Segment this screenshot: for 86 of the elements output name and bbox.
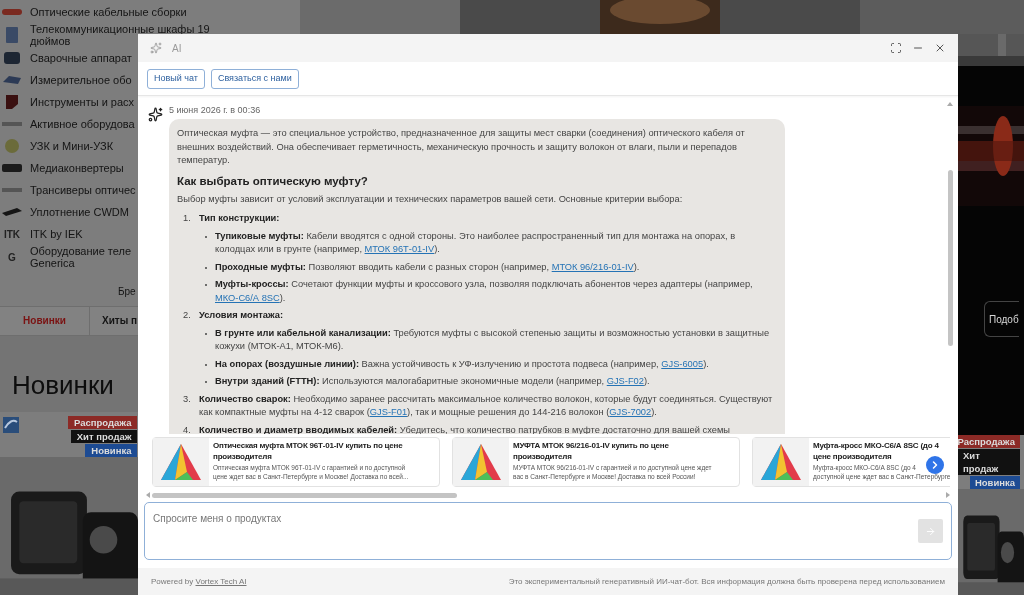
scroll-up-icon[interactable] (947, 102, 953, 106)
message-paragraph: Оптическая муфта — это специальное устройство, предназначенное для защиты мест сварки (соединения) оптического кабеля от внешних воздействий. Она обеспечивает герметичность, механическую прочность и защиту волокон от влаги, пыли и перепадов температур. (177, 127, 746, 167)
list-item-text: Условия монтажа: (199, 309, 283, 322)
category-thumbnail-icon (6, 27, 18, 43)
inline-link[interactable]: МТОК 96Т-01-IV (364, 244, 435, 254)
list-number: 3. (183, 392, 192, 406)
category-link[interactable]: ITK by IEK (30, 228, 83, 240)
list-number: 4. (183, 423, 192, 434)
pyramid-logo-icon (459, 442, 503, 482)
message-input-field[interactable]: Спросите меня о продуктах (153, 511, 918, 526)
category-link[interactable]: Сварочные аппарат (30, 52, 132, 64)
powered-by-text: Powered by Vortex Tech AI (151, 575, 247, 588)
category-thumbnail-icon (5, 139, 19, 153)
category-link[interactable]: Инструменты и расх (30, 96, 135, 108)
category-link[interactable]: Трансиверы оптичес (30, 184, 136, 196)
brands-link[interactable]: Бре (118, 284, 136, 300)
message-heading: Как выбрать оптическую муфту? (177, 173, 369, 189)
category-thumbnail-icon (3, 76, 21, 84)
category-thumbnail-icon (6, 95, 18, 109)
message-input[interactable]: Спросите меня о продуктах (144, 502, 952, 560)
inline-link[interactable]: МТОК 96/216-01-IV (551, 261, 634, 272)
category-link[interactable]: Медиаконвертеры (30, 162, 124, 174)
list-number: 1. (183, 212, 192, 225)
brand-logo: G (7, 250, 17, 265)
category-link[interactable]: Оборудование теле (30, 245, 132, 257)
category-link[interactable]: Активное оборудова (30, 118, 135, 130)
category-link[interactable]: Generica (30, 257, 75, 269)
list-item-text: Тупиковые муфты: Кабели вводятся с одной стороны. Это наиболее распространенный тип для монтажа на опорах, в колодцах или в грунте (например, МТОК 96Т-01-IV). (215, 229, 737, 256)
side-button[interactable]: Подоб (984, 301, 1019, 337)
scroll-right-icon[interactable] (946, 492, 950, 498)
list-item-text: Внутри зданий (FTTH): Используются малогабаритные экономичные модели (например, GJS-F02). (215, 375, 650, 388)
scroll-left-icon[interactable] (146, 492, 150, 498)
product-badge: Новинка (969, 476, 1020, 489)
list-item-text: Проходные муфты: Позволяют вводить кабели с разных сторон (например, МТОК 96/216-01-IV). (215, 260, 640, 274)
category-thumbnail-icon (2, 164, 22, 172)
section-tab[interactable]: Хиты п (90, 306, 138, 335)
list-item-text: На опорах (воздушные линии): Важна устойчивость к УФ-излучению и простота подвеса (например, GJS-6005). (215, 357, 709, 371)
chat-action-button[interactable]: Новый чат (147, 68, 205, 89)
pyramid-logo-icon (159, 442, 203, 482)
product-title[interactable]: Муфта-кросс МКО-С6/А 8SC (до 4 цене производителя (813, 441, 950, 462)
category-link[interactable]: Измерительное обо (30, 74, 132, 86)
list-number: 2. (183, 309, 192, 322)
category-thumbnail-icon (2, 122, 22, 126)
product-badge: Распродажа (68, 416, 138, 429)
scrollbar-thumb[interactable] (947, 170, 953, 346)
category-link[interactable]: Оптические кабельные сборки (30, 6, 187, 18)
brand-logo-icon (2, 416, 20, 434)
product-badge: Хит продаж (958, 449, 1020, 475)
message-paragraph: Выбор муфты зависит от условий эксплуатации и технических параметров вашей сети. Основные критерии выбора: (177, 192, 684, 206)
inline-link[interactable]: GJS-F02 (606, 376, 644, 386)
category-thumbnail-icon (2, 9, 22, 15)
sparkles-icon (148, 107, 163, 122)
arrow-right-icon (925, 525, 936, 537)
section-heading: Новинки (12, 370, 114, 400)
category-thumbnail-icon (4, 52, 20, 64)
pyramid-logo-icon (759, 442, 803, 482)
section-tab[interactable]: Новинки (0, 306, 90, 335)
vendor-link[interactable]: Vortex Tech AI (195, 576, 247, 586)
sparkles-icon (150, 42, 162, 54)
inline-link[interactable]: GJS-6005 (661, 358, 704, 369)
list-item-text: Количество и диаметр вводимых кабелей: Убедитесь, что количество патрубков в муфте достаточно для вашей схемы (199, 423, 730, 434)
category-link[interactable]: Уплотнение CWDM (30, 206, 129, 218)
list-item-text: Количество сварок: Необходимо заранее рассчитать максимальное количество волокон, которые будут соединяться. Существуют как компактные муфты на 4-12 сварок (GJS-F01), так и мощные решения до 144-216 волокон (GJS-7002). (199, 392, 774, 419)
scrollbar-thumb[interactable] (152, 492, 457, 498)
product-title[interactable]: Оптическая муфта МТОК 96Т-01-IV купить по цене производителя (213, 441, 409, 462)
product-badge: Новинка (85, 444, 138, 457)
list-item-text: Тип конструкции: (199, 212, 280, 225)
brand-logo: ITK (2, 227, 22, 242)
expand-icon[interactable] (890, 42, 902, 54)
send-button[interactable] (918, 519, 943, 543)
message-date: 5 июня 2026 г. в 00:36 (169, 104, 262, 116)
category-thumbnail-icon (2, 208, 22, 216)
close-icon[interactable] (934, 42, 946, 54)
category-link[interactable]: УЗК и Мини-УЗК (30, 140, 114, 152)
disclaimer-text: Это экспериментальный генеративный ИИ-чат-бот. Вся информация должна быть проверена перед использованием (508, 575, 945, 588)
category-link[interactable]: дюймов (30, 35, 71, 47)
product-badge: Хит продаж (70, 430, 138, 443)
category-thumbnail-icon (2, 188, 22, 192)
list-item-text: В грунте или кабельной канализации: Требуются муфты с высокой степенью защиты и возможностью установки в защитные кожухи (МТОК-А1, МТОК-М6). (215, 326, 771, 353)
list-item-text: Муфты-кроссы: Сочетают функции муфты и кроссового узла, позволяя подключать абонентов через адаптеры (например, МКО-С6/А 8SC). (215, 278, 754, 305)
product-title[interactable]: МУФТА МТОК 96/216-01-IV купить по цене производителя (513, 441, 712, 462)
category-link[interactable]: Телекоммуникационные шкафы 19 (30, 23, 210, 35)
chat-action-button[interactable]: Связаться с нами (210, 68, 299, 89)
inline-link[interactable]: МКО-С6/А 8SC (215, 292, 280, 303)
chat-title: AI (172, 41, 182, 56)
inline-link[interactable]: GJS-7002 (609, 407, 652, 417)
